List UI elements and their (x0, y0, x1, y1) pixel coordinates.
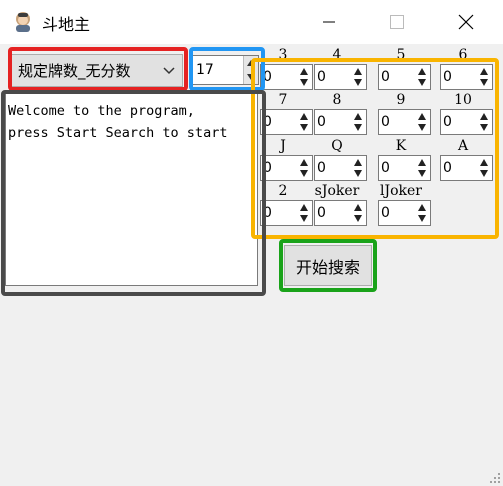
window-title: 斗地主 (42, 15, 91, 34)
minimize-icon (323, 21, 335, 23)
highlight-green (279, 239, 377, 292)
close-icon (458, 14, 474, 30)
resize-grip-icon[interactable] (489, 472, 501, 484)
highlight-red (8, 47, 188, 91)
highlight-gray (1, 90, 266, 296)
maximize-icon (390, 15, 404, 29)
player-avatar-icon (16, 12, 30, 32)
minimize-button[interactable] (306, 0, 352, 44)
maximize-button[interactable] (374, 0, 420, 44)
highlight-orange (251, 58, 499, 239)
close-button[interactable] (443, 0, 489, 44)
title-bar: 斗地主 (0, 0, 503, 44)
